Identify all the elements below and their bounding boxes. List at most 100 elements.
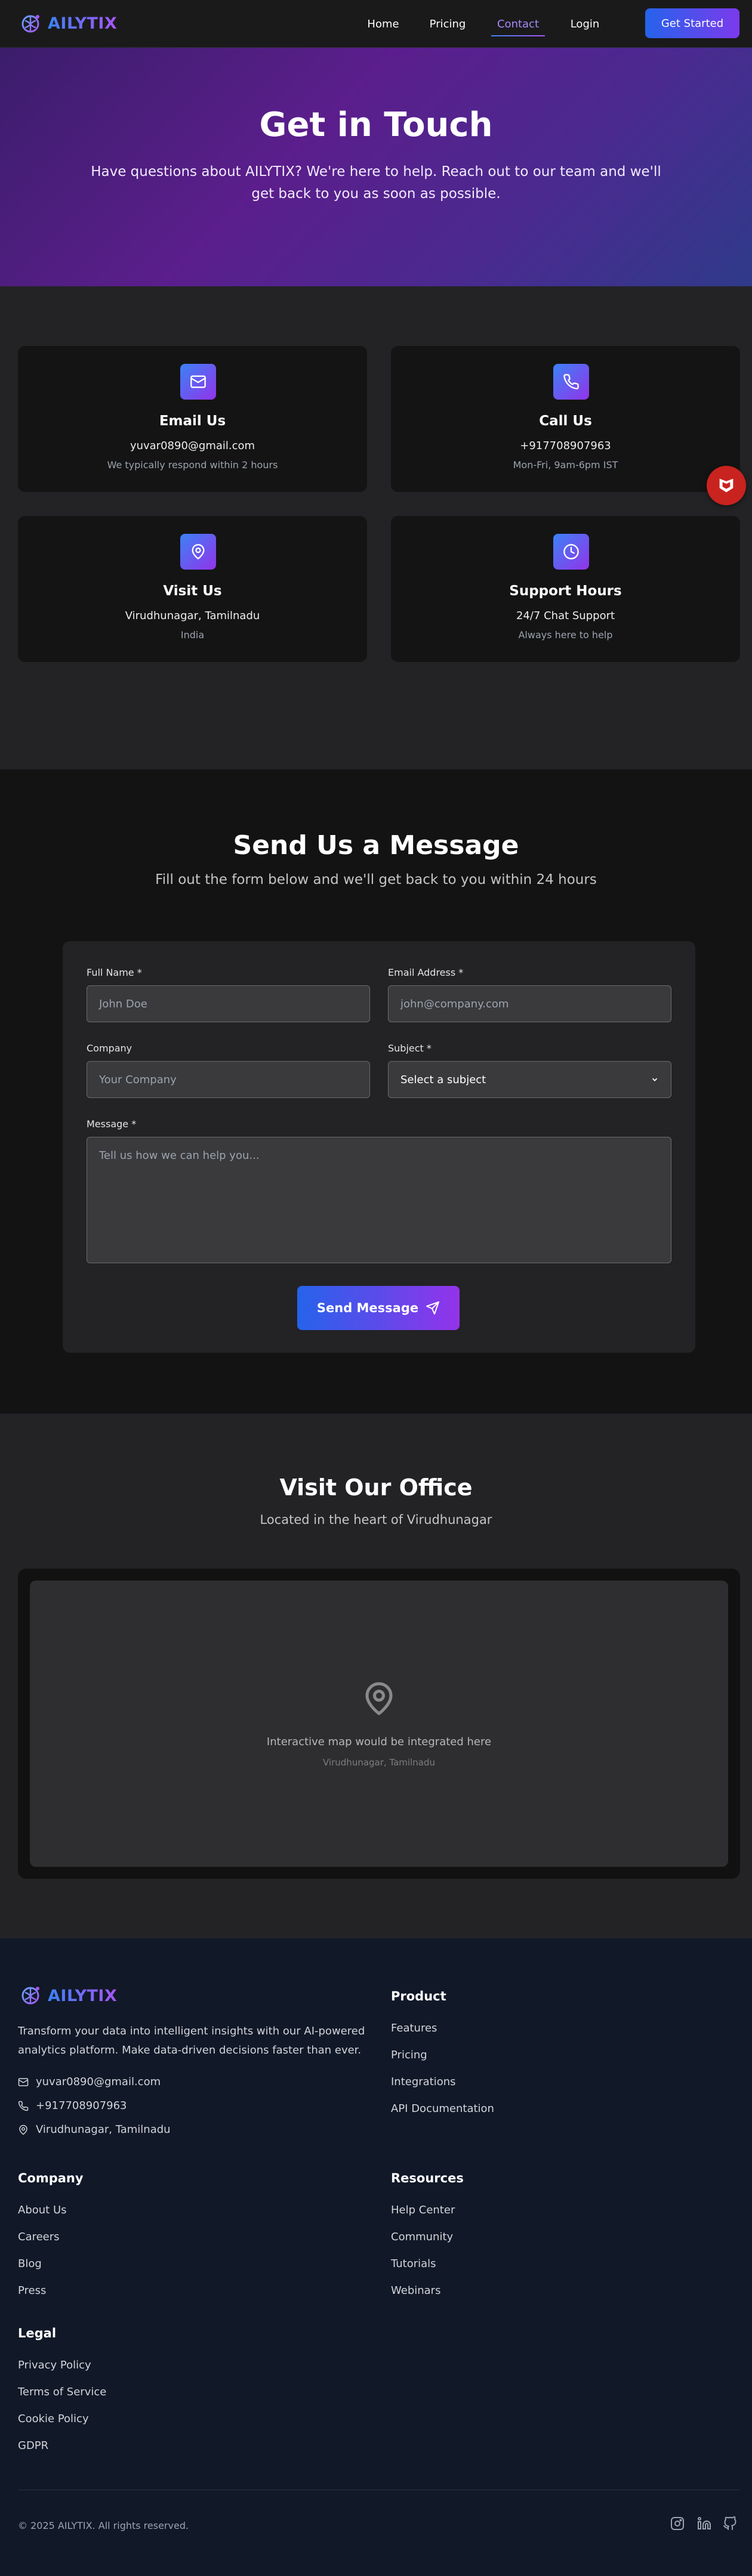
map-pin-icon xyxy=(365,1682,393,1715)
footer-link-pricing[interactable]: Pricing xyxy=(391,2049,427,2061)
chevron-down-icon xyxy=(652,1078,658,1081)
full-name-label: Full Name * xyxy=(87,967,142,978)
github-icon[interactable] xyxy=(720,2514,739,2533)
mail-icon xyxy=(180,364,216,400)
nav-link-pricing[interactable]: Pricing xyxy=(424,14,471,34)
card-value[interactable]: yuvar0890@gmail.com xyxy=(18,440,367,452)
footer-link-help-center[interactable]: Help Center xyxy=(391,2204,455,2216)
office-section: Visit Our Office Located in the heart of… xyxy=(0,1414,752,1938)
footer-link-privacy[interactable]: Privacy Policy xyxy=(18,2359,91,2371)
footer-company-heading: Company xyxy=(18,2171,84,2185)
footer-resources-heading: Resources xyxy=(391,2171,464,2185)
footer-link-cookies[interactable]: Cookie Policy xyxy=(18,2413,89,2425)
email-card: Email Us yuvar0890@gmail.com We typicall… xyxy=(18,346,367,492)
site-footer: AILYTIX Transform your data into intelli… xyxy=(0,1938,752,2576)
map-pin-icon xyxy=(19,2124,27,2135)
footer-location-text: Virudhunagar, Tamilnadu xyxy=(36,2123,171,2136)
send-message-label: Send Message xyxy=(316,1301,419,1315)
footer-location: Virudhunagar, Tamilnadu xyxy=(18,2123,171,2136)
footer-product-heading: Product xyxy=(391,1989,446,2003)
clock-icon xyxy=(553,534,589,570)
footer-link-integrations[interactable]: Integrations xyxy=(391,2076,456,2088)
page-title: Get in Touch xyxy=(259,106,493,144)
company-label: Company xyxy=(87,1043,132,1054)
office-title: Visit Our Office xyxy=(279,1474,473,1501)
footer-link-press[interactable]: Press xyxy=(18,2284,46,2297)
footer-email-text: yuvar0890@gmail.com xyxy=(36,2076,161,2088)
footer-phone-text: +917708907963 xyxy=(36,2099,127,2112)
form-title: Send Us a Message xyxy=(233,830,519,861)
map-caption: Interactive map would be integrated here xyxy=(266,1736,492,1748)
footer-link-about[interactable]: About Us xyxy=(18,2204,67,2216)
mail-icon xyxy=(18,2077,29,2086)
phone-icon xyxy=(18,2101,29,2111)
map-pin-icon xyxy=(180,534,216,570)
card-title: Call Us xyxy=(539,413,592,429)
subject-select[interactable]: Select a subject xyxy=(388,1061,671,1098)
card-subtext: Always here to help xyxy=(518,629,613,641)
card-subtext: Mon-Fri, 9am-6pm IST xyxy=(513,459,618,471)
support-hours-card: Support Hours 24/7 Chat Support Always h… xyxy=(391,516,740,662)
brain-logo-icon xyxy=(21,1987,39,2005)
phone-icon xyxy=(553,364,589,400)
map-placeholder[interactable]: Interactive map would be integrated here… xyxy=(30,1581,728,1867)
contact-form: Full Name * John Doe Email Address * joh… xyxy=(63,941,695,1353)
subject-label: Subject * xyxy=(388,1043,432,1054)
footer-link-community[interactable]: Community xyxy=(391,2231,453,2243)
copyright: © 2025 AILYTIX. All rights reserved. xyxy=(18,2520,189,2531)
brand-name: AILYTIX xyxy=(48,14,118,33)
company-input[interactable]: Your Company xyxy=(87,1061,370,1098)
contact-form-section: Send Us a Message Fill out the form belo… xyxy=(0,769,752,1414)
footer-link-blog[interactable]: Blog xyxy=(18,2258,42,2270)
brand-logo[interactable]: AILYTIX xyxy=(18,11,117,36)
card-title: Support Hours xyxy=(509,583,622,599)
get-started-button[interactable]: Get Started xyxy=(645,8,739,38)
card-value[interactable]: +917708907963 xyxy=(391,440,740,452)
hero-subtitle: Have questions about AILYTIX? We're here… xyxy=(91,164,661,202)
office-subtitle: Located in the heart of Virudhunagar xyxy=(260,1513,492,1527)
footer-link-gdpr[interactable]: GDPR xyxy=(18,2439,48,2452)
card-value: 24/7 Chat Support xyxy=(516,610,615,622)
subject-selected-value: Select a subject xyxy=(400,1073,486,1086)
contact-cards-section: Email Us yuvar0890@gmail.com We typicall… xyxy=(0,286,752,769)
message-label: Message * xyxy=(87,1118,137,1130)
visit-card: Visit Us Virudhunagar, Tamilnadu India xyxy=(18,516,367,662)
footer-link-features[interactable]: Features xyxy=(391,2022,437,2034)
footer-legal-heading: Legal xyxy=(18,2326,57,2340)
full-name-input[interactable]: John Doe xyxy=(87,985,370,1022)
shield-icon xyxy=(719,478,733,493)
send-icon xyxy=(426,1301,440,1315)
shield-badge-button[interactable] xyxy=(707,466,746,505)
nav-link-login[interactable]: Login xyxy=(561,14,609,34)
map-location: Virudhunagar, Tamilnadu xyxy=(323,1757,435,1768)
footer-logo[interactable]: AILYTIX xyxy=(18,1983,117,2008)
footer-phone[interactable]: +917708907963 xyxy=(18,2099,127,2112)
card-subtext: We typically respond within 2 hours xyxy=(107,459,278,471)
hero-section: Get in Touch Have questions about AILYTI… xyxy=(0,48,752,286)
footer-link-careers[interactable]: Careers xyxy=(18,2231,60,2243)
top-nav: AILYTIX Home Pricing Contact Login Get S… xyxy=(0,0,752,48)
card-subtext: India xyxy=(180,629,205,641)
card-title: Visit Us xyxy=(163,583,222,599)
brain-logo-icon xyxy=(21,14,39,32)
instagram-icon[interactable] xyxy=(668,2514,687,2533)
map-container: Interactive map would be integrated here… xyxy=(18,1569,740,1879)
card-value: Virudhunagar, Tamilnadu xyxy=(125,610,260,622)
nav-link-home[interactable]: Home xyxy=(359,14,407,34)
phone-card: Call Us +917708907963 Mon-Fri, 9am-6pm I… xyxy=(391,346,740,492)
footer-link-webinars[interactable]: Webinars xyxy=(391,2284,440,2297)
card-title: Email Us xyxy=(159,413,226,429)
footer-brand-name: AILYTIX xyxy=(48,1986,118,2005)
email-input[interactable]: john@company.com xyxy=(388,985,671,1022)
footer-link-api-docs[interactable]: API Documentation xyxy=(391,2102,494,2115)
footer-email[interactable]: yuvar0890@gmail.com xyxy=(18,2076,161,2088)
email-label: Email Address * xyxy=(388,967,464,978)
form-subtitle: Fill out the form below and we'll get ba… xyxy=(155,872,597,887)
footer-link-tutorials[interactable]: Tutorials xyxy=(391,2258,436,2270)
linkedin-icon[interactable] xyxy=(695,2514,714,2533)
message-textarea[interactable]: Tell us how we can help you... xyxy=(87,1137,671,1263)
footer-description: Transform your data into intelligent ins… xyxy=(18,2025,365,2057)
nav-link-contact[interactable]: Contact xyxy=(491,14,545,36)
send-message-button[interactable]: Send Message xyxy=(297,1286,460,1330)
footer-link-terms[interactable]: Terms of Service xyxy=(18,2386,106,2398)
